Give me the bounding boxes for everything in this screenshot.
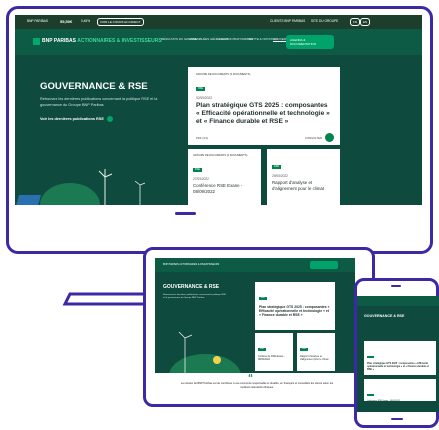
tablet-card-climate[interactable]: RSE Rapport d'analyse et d'alignement po… (297, 333, 335, 371)
bnp-logo-icon (33, 38, 40, 45)
phone-card-exane[interactable]: RSE Conférence RSE Exane - 08/09/2022 (364, 379, 436, 402)
rse-badge: RSE (193, 167, 202, 172)
share-change: 0,48% (81, 19, 91, 23)
phone-screen: GOUVERNANCE & RSE RSE Plan stratégique G… (357, 296, 439, 412)
nav-item-general-meetings[interactable]: ASSEMBLÉES GÉNÉRALES (189, 37, 228, 41)
mission-quote-band: “ La mission de BNP Paribas est de contr… (155, 373, 355, 394)
agenda-documentation-button[interactable]: AGENDA & DOCUMENTATION (286, 35, 334, 49)
tablet-card-title: Conférence RSE Exane - 08/09/2022 (258, 355, 285, 361)
group-site-link[interactable]: SITE DU GROUPE (311, 19, 338, 23)
tablet-card-exane[interactable]: RSE Conférence RSE Exane - 08/09/2022 (255, 333, 293, 371)
rse-badge: RSE (367, 355, 375, 358)
rse-badge: RSE (258, 347, 266, 351)
mission-quote: La mission de BNP Paribas est de contrib… (180, 382, 334, 389)
card-date: 27/09/2022 (193, 177, 209, 181)
nav-item-results[interactable]: RÉSULTATS DU GROUPE (161, 37, 197, 41)
lang-fr-button[interactable]: FR (350, 18, 360, 26)
card-file-info: PDF (3.0) (196, 136, 209, 140)
card-group-label: GROUPE DE DOCUMENTS (2 DOCUMENTS) (193, 154, 248, 157)
tablet-card-title: Rapport d'analyse et d'alignement pour l… (300, 355, 329, 361)
tablet-hero-title: GOUVERNANCE & RSE (163, 284, 220, 290)
tablet-featured-card[interactable]: RSE Plan stratégique GTS 2025 : composan… (255, 282, 335, 330)
card-date: 02/05/2023 (196, 96, 212, 100)
rse-badge: RSE (272, 164, 281, 169)
tablet-hero-description: Retrouvez les dernières publications con… (163, 294, 226, 299)
market-label: BNP PARIBAS (27, 19, 48, 23)
open-document-icon[interactable] (325, 133, 334, 142)
desktop-screen: BNP PARIBAS 55,50€ 0,48% VOIR LE COURS E… (15, 15, 422, 205)
tablet-navbar: BNP PARIBAS ACTIONNAIRES & INVESTISSEURS (155, 258, 355, 272)
phone-card-title: Conférence RSE Exane - 08/09/2022 (367, 400, 401, 402)
tablet-brand[interactable]: BNP PARIBAS ACTIONNAIRES & INVESTISSEURS (163, 263, 219, 266)
lang-en-button[interactable]: EN (360, 18, 371, 26)
phone-featured-card[interactable]: RSE Plan stratégique GTS 2025 : composan… (364, 341, 436, 375)
card-title: Rapport d'analyse et d'alignement pour l… (272, 180, 325, 191)
card-date: 29/05/2022 (272, 174, 288, 178)
main-navbar: BNP PARIBAS ACTIONNAIRES & INVESTISSEURS… (15, 29, 422, 55)
phone-home-bar (391, 418, 403, 420)
phone-navbar (357, 296, 439, 306)
rse-badge: RSE (196, 86, 205, 91)
live-quote-link[interactable]: VOIR LE COURS EN DIRECT (97, 18, 144, 26)
monitor-logo-bar (175, 212, 196, 215)
card-group-label: GROUPE DE DOCUMENTS (3 DOCUMENTS) (196, 73, 251, 76)
nav-item-share[interactable]: L'ACTION BNP PARIBAS (219, 37, 253, 41)
hero-title: GOUVERNANCE & RSE (40, 81, 148, 92)
latest-publications-label: Voir les dernières publications RSE (40, 117, 104, 121)
consult-label: CONSULTER (304, 136, 322, 140)
arrow-right-icon (106, 116, 113, 122)
rse-badge: RSE (367, 393, 375, 396)
hero-description: Retrouvez les dernières publications con… (40, 97, 158, 107)
featured-document-card[interactable]: GROUPE DE DOCUMENTS (3 DOCUMENTS) RSE 02… (188, 67, 340, 145)
site-logo[interactable]: BNP PARIBAS ACTIONNAIRES & INVESTISSEURS (42, 38, 162, 44)
rse-badge: RSE (300, 347, 308, 351)
document-card-exane[interactable]: GROUPE DE DOCUMENTS (2 DOCUMENTS) RSE 27… (188, 149, 261, 205)
wind-turbines-illustration (16, 169, 146, 205)
phone-speaker (391, 285, 401, 287)
tablet-screen: BNP PARIBAS ACTIONNAIRES & INVESTISSEURS… (155, 258, 355, 394)
card-title: Conférence RSE Exane - 08/09/2022 (193, 183, 243, 194)
clients-link[interactable]: CLIENTS BNP PARIBAS (270, 19, 305, 23)
rse-badge: RSE (259, 296, 267, 300)
share-price: 55,50€ (60, 18, 73, 24)
document-card-climate[interactable]: RSE 29/05/2022 Rapport d'analyse et d'al… (267, 149, 340, 205)
tablet-card-title: Plan stratégique GTS 2025 : composantes … (259, 305, 330, 318)
latest-publications-link[interactable]: Voir les dernières publications RSE (40, 116, 113, 122)
card-title: Plan stratégique GTS 2025 : composantes … (196, 102, 330, 125)
brand-name: BNP PARIBAS (42, 38, 76, 44)
nav-item-debt[interactable]: DETTE & NOTATION (249, 37, 278, 41)
brand-accent: ACTIONNAIRES & INVESTISSEURS (77, 38, 162, 44)
tablet-illustration (169, 331, 241, 373)
tablet-agenda-button[interactable] (310, 261, 338, 269)
phone-hero-title: GOUVERNANCE & RSE (364, 314, 405, 318)
top-strip: BNP PARIBAS 55,50€ 0,48% VOIR LE COURS E… (15, 15, 422, 29)
phone-card-title: Plan stratégique GTS 2025 : composantes … (367, 362, 429, 371)
